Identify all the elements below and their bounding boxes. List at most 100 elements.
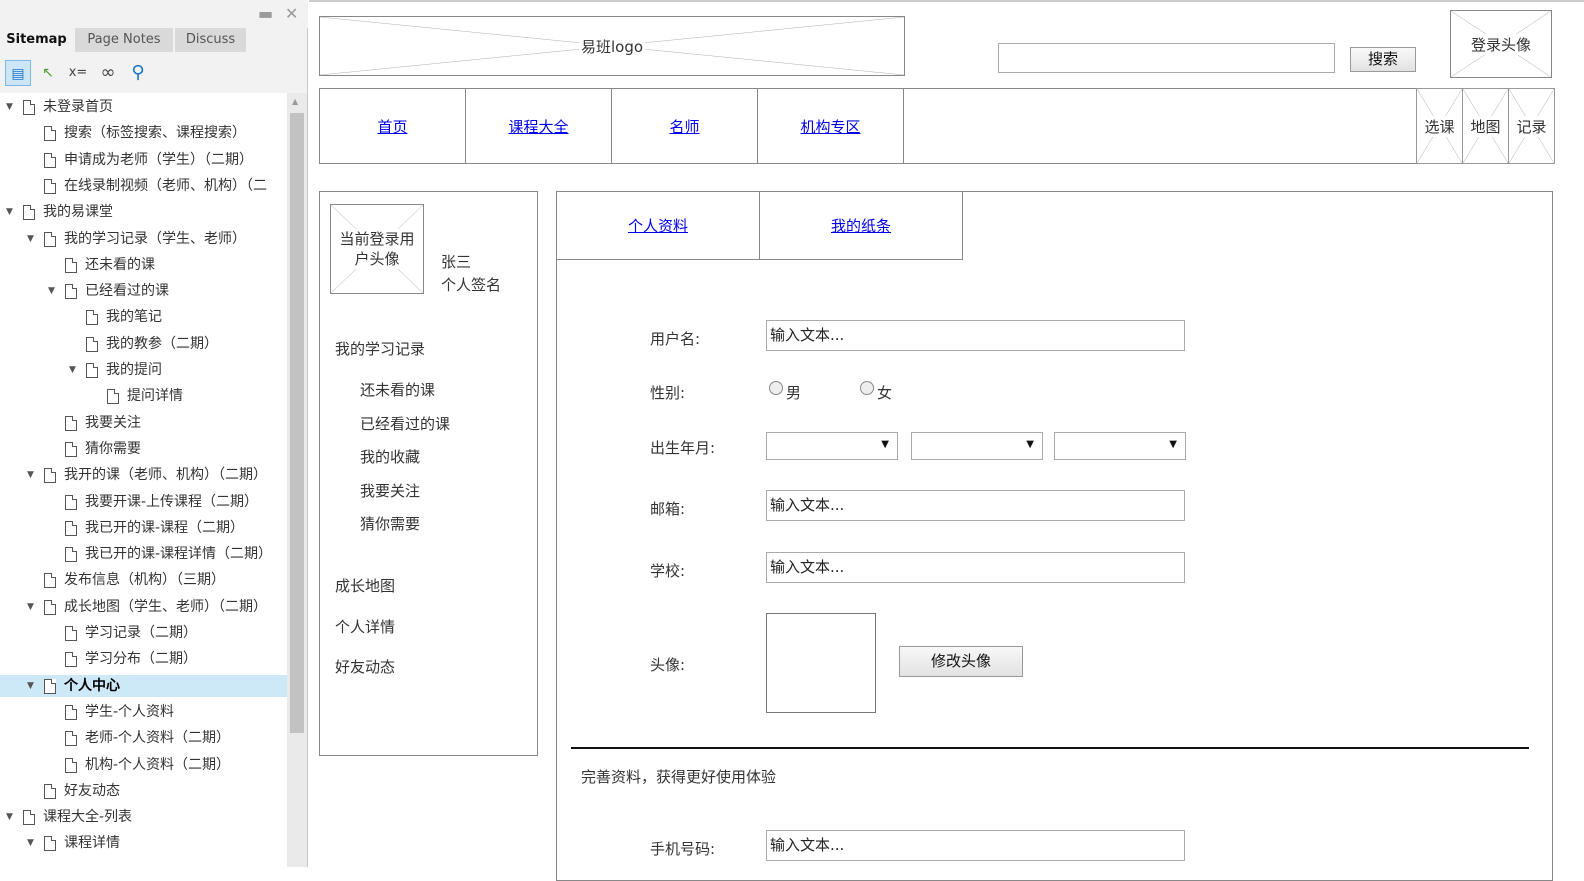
chevron-down-icon: ▼ — [1169, 439, 1177, 450]
sitemap-node[interactable]: 搜索（标签搜索、课程搜索） — [0, 122, 287, 144]
tab-discuss[interactable]: Discuss — [175, 28, 247, 52]
sitemap-scrollbar[interactable]: ▲ — [287, 93, 307, 867]
search-button[interactable]: 搜索 — [1350, 47, 1416, 72]
nav-link[interactable]: 课程大全 — [508, 116, 568, 137]
page-icon — [65, 547, 77, 563]
sitemap-node[interactable]: 我要关注 — [0, 412, 287, 434]
email-input[interactable]: 输入文本... — [766, 490, 1185, 521]
tab-profile-link[interactable]: 个人资料 — [628, 215, 688, 236]
expand-arrow-icon[interactable]: ▼ — [6, 201, 16, 223]
birth-day-select[interactable]: ▼ — [1054, 432, 1186, 460]
school-label: 学校: — [650, 562, 686, 580]
nav-link[interactable]: 名师 — [669, 116, 699, 137]
gender-label: 性别: — [650, 384, 686, 402]
scrollbar-thumb[interactable] — [290, 113, 304, 733]
sidebar-item-growth-map[interactable]: 成长地图 — [335, 575, 395, 596]
birth-year-select[interactable]: ▼ — [766, 432, 898, 460]
expand-arrow-icon[interactable]: ▼ — [69, 359, 79, 381]
pointer-icon[interactable]: ↖ — [35, 60, 61, 86]
sitemap-node[interactable]: ▼ 我开的课（老师、机构）（二期） — [0, 464, 287, 486]
close-icon[interactable]: ✕ — [285, 6, 298, 22]
sidebar-item-following[interactable]: 我要关注 — [360, 480, 420, 501]
school-input[interactable]: 输入文本... — [766, 552, 1185, 583]
expand-arrow-icon[interactable]: ▼ — [27, 464, 37, 486]
tab-sitemap[interactable]: Sitemap — [0, 28, 74, 52]
scroll-up-icon[interactable]: ▲ — [292, 97, 298, 106]
sitemap-node-label: 我已开的课-课程（二期） — [85, 519, 245, 536]
sitemap-page-icon[interactable]: ▤ — [5, 60, 31, 86]
change-avatar-button[interactable]: 修改头像 — [899, 646, 1023, 677]
sitemap-node[interactable]: 学习记录（二期） — [0, 622, 287, 644]
quick-map[interactable]: 地图 — [1462, 88, 1509, 164]
expand-arrow-icon[interactable]: ▼ — [27, 675, 37, 697]
expand-arrow-icon[interactable]: ▼ — [48, 280, 58, 302]
page-icon — [44, 126, 56, 142]
sitemap-node[interactable]: ▼ 我的提问 — [0, 359, 287, 381]
nav-item-home[interactable]: 首页 — [320, 89, 466, 163]
sitemap-node[interactable]: ▼ 课程大全-列表 — [0, 806, 287, 828]
sitemap-node[interactable]: ▼ 个人中心 — [0, 674, 287, 697]
tab-notes-link[interactable]: 我的纸条 — [831, 215, 891, 236]
sidebar-item-watched[interactable]: 已经看过的课 — [360, 413, 450, 434]
sitemap-node[interactable]: 老师-个人资料（二期） — [0, 727, 287, 749]
tab-notes[interactable]: 我的纸条 — [760, 192, 963, 260]
sitemap-node[interactable]: 我要开课-上传课程（二期） — [0, 491, 287, 513]
sitemap-node[interactable]: 我的教参（二期） — [0, 333, 287, 355]
nav-link[interactable]: 机构专区 — [800, 116, 860, 137]
gender-female-radio[interactable] — [860, 381, 874, 395]
expand-arrow-icon[interactable]: ▼ — [6, 806, 16, 828]
username-input[interactable]: 输入文本... — [766, 320, 1185, 351]
tab-profile[interactable]: 个人资料 — [557, 192, 760, 260]
nav-link[interactable]: 首页 — [377, 116, 407, 137]
sitemap-node[interactable]: 学生-个人资料 — [0, 701, 287, 723]
minimize-icon[interactable]: ▬ — [258, 6, 273, 22]
search-input[interactable] — [998, 43, 1335, 73]
phone-input[interactable]: 输入文本... — [766, 830, 1185, 861]
search-icon[interactable]: ⚲ — [125, 60, 151, 86]
quick-records[interactable]: 记录 — [1508, 88, 1555, 164]
nav-item-teachers[interactable]: 名师 — [612, 89, 758, 163]
sitemap-node[interactable]: ▼ 未登录首页 — [0, 96, 287, 118]
quick-label: 选课 — [1422, 115, 1457, 137]
sitemap-node[interactable]: 学习分布（二期） — [0, 648, 287, 670]
sitemap-node[interactable]: 机构-个人资料（二期） — [0, 754, 287, 776]
sitemap-node[interactable]: 发布信息（机构）（三期） — [0, 569, 287, 591]
expand-arrow-icon[interactable]: ▼ — [27, 832, 37, 854]
sitemap-node[interactable]: 提问详情 — [0, 385, 287, 407]
expand-arrow-icon[interactable]: ▼ — [27, 596, 37, 618]
sitemap-node[interactable]: 我已开的课-课程（二期） — [0, 517, 287, 539]
birth-month-select[interactable]: ▼ — [911, 432, 1043, 460]
sitemap-node[interactable]: 猜你需要 — [0, 438, 287, 460]
section-learning-records[interactable]: 我的学习记录 — [335, 338, 425, 359]
expand-arrow-icon[interactable]: ▼ — [6, 96, 16, 118]
sitemap-node[interactable]: 我的笔记 — [0, 306, 287, 328]
sitemap-node[interactable]: ▼ 我的学习记录（学生、老师） — [0, 228, 287, 250]
page-icon — [23, 205, 35, 221]
variables-icon[interactable]: x= — [65, 60, 91, 86]
sitemap-node[interactable]: 在线录制视频（老师、机构）（二 — [0, 175, 287, 197]
link-icon[interactable]: ∞ — [95, 60, 121, 86]
sitemap-node[interactable]: ▼ 已经看过的课 — [0, 280, 287, 302]
sidebar-item-recommend[interactable]: 猜你需要 — [360, 513, 420, 534]
phone-label: 手机号码: — [650, 840, 716, 858]
page-icon — [86, 363, 98, 378]
sitemap-node[interactable]: ▼ 课程详情 — [0, 832, 287, 854]
sitemap-node[interactable]: 还未看的课 — [0, 254, 287, 276]
sitemap-node[interactable]: ▼ 我的易课堂 — [0, 201, 287, 223]
tab-page-notes[interactable]: Page Notes — [75, 28, 174, 52]
gender-male-radio[interactable] — [769, 381, 783, 395]
sitemap-node[interactable]: 我已开的课-课程详情（二期） — [0, 543, 287, 565]
nav-item-courses[interactable]: 课程大全 — [466, 89, 612, 163]
quick-select-course[interactable]: 选课 — [1416, 88, 1463, 164]
sitemap-node[interactable]: ▼ 成长地图（学生、老师）（二期） — [0, 596, 287, 618]
sidebar-item-friend-activity[interactable]: 好友动态 — [335, 656, 395, 677]
expand-arrow-icon[interactable]: ▼ — [27, 228, 37, 250]
sidebar-item-personal-details[interactable]: 个人详情 — [335, 616, 395, 637]
sitemap-node[interactable]: 好友动态 — [0, 780, 287, 802]
sitemap-node[interactable]: 申请成为老师（学生）（二期） — [0, 149, 287, 171]
sidebar-item-unwatched[interactable]: 还未看的课 — [360, 379, 435, 400]
sidebar-item-favorites[interactable]: 我的收藏 — [360, 446, 420, 467]
login-avatar-placeholder[interactable]: 登录头像 — [1450, 10, 1552, 78]
page-icon — [44, 231, 56, 247]
nav-item-institutions[interactable]: 机构专区 — [758, 89, 904, 163]
